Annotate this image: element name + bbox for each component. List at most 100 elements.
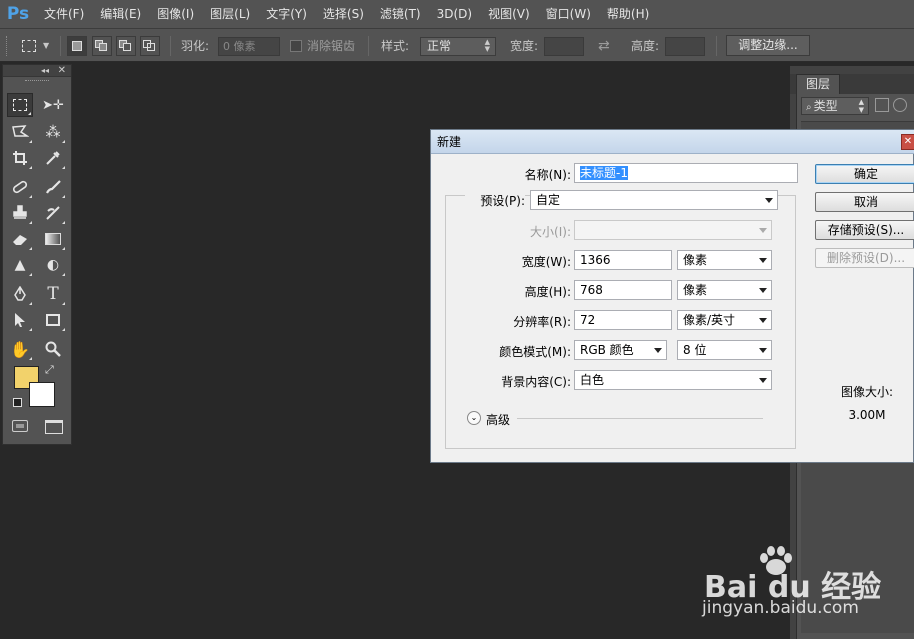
tab-layers[interactable]: 图层 [796, 74, 840, 94]
name-input[interactable]: 未标题-1 [574, 163, 798, 183]
cancel-button[interactable]: 取消 [815, 192, 914, 212]
delete-preset-button: 删除预设(D)... [815, 248, 914, 268]
tools-panel-header: ◂◂ ✕ [3, 65, 71, 77]
crop-icon [13, 151, 27, 165]
options-bar: ▼ 羽化: 0 像素 消除锯齿 样式: 正常 ▲ ▼ 宽度: ⇄ 高度: 调整边缘… [0, 28, 914, 62]
intersect-selection-button[interactable] [140, 36, 160, 56]
brush-icon [46, 180, 61, 194]
menu-edit[interactable]: 编辑(E) [92, 0, 149, 28]
add-selection-button[interactable] [92, 36, 112, 56]
new-document-dialog: 新建 ✕ 名称(N): 未标题-1 预设(P): 自定 大小(I): 宽度(W)… [430, 129, 914, 463]
zoom-tool[interactable] [40, 337, 66, 361]
history-brush-tool[interactable] [40, 201, 66, 225]
lasso-tool[interactable] [7, 120, 33, 144]
height-input[interactable]: 768 [574, 280, 672, 300]
background-contents-select[interactable]: 白色 [574, 370, 772, 390]
color-mode-select[interactable]: RGB 颜色 [574, 340, 667, 360]
grip-handle[interactable] [6, 29, 9, 62]
antialias-label: 消除锯齿 [307, 39, 356, 53]
height-label: 高度(H): [524, 285, 571, 299]
bandage-icon [12, 180, 28, 194]
lasso-icon [12, 125, 29, 137]
move-tool[interactable]: ➤✛ [40, 93, 66, 117]
menu-type[interactable]: 文字(Y) [258, 0, 315, 28]
pixel-filter-icon[interactable] [875, 98, 889, 112]
advanced-expand-button[interactable]: ⌄ [467, 411, 481, 425]
path-select-tool[interactable] [7, 308, 33, 332]
hand-icon: ✋ [10, 339, 30, 359]
resolution-label: 分辨率(R): [513, 315, 571, 329]
gradient-tool[interactable] [40, 227, 66, 251]
swap-colors-icon[interactable]: ⤢ [45, 363, 54, 377]
subtract-selection-button[interactable] [116, 36, 136, 56]
chevron-down-icon [759, 228, 767, 233]
preset-select[interactable]: 自定 [530, 190, 778, 210]
new-selection-icon [72, 41, 82, 51]
style-select[interactable]: 正常 ▲ ▼ [420, 37, 496, 56]
menu-window[interactable]: 窗口(W) [538, 0, 599, 28]
style-value: 正常 [427, 39, 452, 53]
adjustment-filter-icon[interactable] [893, 98, 907, 112]
menu-bar: Ps 文件(F) 编辑(E) 图像(I) 图层(L) 文字(Y) 选择(S) 滤… [0, 0, 914, 28]
menu-filter[interactable]: 滤镜(T) [372, 0, 429, 28]
rect-marquee-tool[interactable] [7, 93, 33, 117]
width-input[interactable] [544, 37, 584, 56]
rectangle-tool[interactable] [40, 308, 66, 332]
swap-dimensions-icon[interactable]: ⇄ [598, 29, 610, 62]
height-input[interactable] [665, 37, 705, 56]
marquee-preset-picker[interactable]: ▼ [22, 29, 49, 62]
menu-select[interactable]: 选择(S) [315, 0, 372, 28]
quick-mask-icon[interactable] [12, 420, 28, 432]
preset-label: 预设(P): [465, 192, 525, 209]
close-icon[interactable]: ✕ [58, 65, 66, 76]
new-selection-button[interactable] [67, 36, 87, 56]
crop-tool[interactable] [7, 146, 33, 170]
menu-image[interactable]: 图像(I) [149, 0, 202, 28]
menu-help[interactable]: 帮助(H) [599, 0, 657, 28]
rect-marquee-icon [22, 39, 36, 52]
subtract-selection-icon [119, 40, 133, 52]
menu-file[interactable]: 文件(F) [36, 0, 92, 28]
add-selection-icon [95, 40, 109, 52]
collapse-icon[interactable]: ◂◂ [41, 66, 49, 75]
eraser-tool[interactable] [7, 227, 33, 251]
name-value: 未标题-1 [580, 166, 628, 180]
advanced-label[interactable]: 高级 [486, 411, 510, 428]
dialog-close-button[interactable]: ✕ [901, 134, 914, 150]
layer-filter-select[interactable]: ⌕ 类型 ▲ ▼ [801, 97, 869, 115]
blur-tool[interactable]: ▲ [7, 253, 33, 277]
brush-tool[interactable] [40, 175, 66, 199]
magic-wand-tool[interactable]: ⁂ [40, 120, 66, 144]
background-color-swatch[interactable] [29, 382, 55, 407]
pen-tool[interactable] [7, 282, 33, 306]
bit-depth-select[interactable]: 8 位 [677, 340, 772, 360]
width-unit-select[interactable]: 像素 [677, 250, 772, 270]
dialog-title-bar[interactable]: 新建 [431, 130, 914, 154]
menu-layer[interactable]: 图层(L) [202, 0, 258, 28]
screen-mode-icon[interactable] [45, 420, 63, 434]
width-input[interactable]: 1366 [574, 250, 672, 270]
menu-view[interactable]: 视图(V) [480, 0, 538, 28]
hand-tool[interactable]: ✋ [7, 337, 33, 361]
antialias-checkbox[interactable]: 消除锯齿 [290, 29, 355, 62]
clone-stamp-tool[interactable] [7, 201, 33, 225]
default-colors-icon[interactable] [13, 398, 22, 407]
refine-edge-button[interactable]: 调整边缘... [726, 35, 810, 56]
healing-brush-tool[interactable] [7, 175, 33, 199]
height-label: 高度: [631, 39, 660, 53]
arrow-pointer-icon [15, 313, 25, 327]
dodge-tool[interactable]: ◐ [40, 253, 66, 277]
menu-3d[interactable]: 3D(D) [429, 0, 480, 28]
magic-wand-icon: ⁂ [45, 123, 61, 141]
type-tool[interactable]: T [40, 282, 66, 306]
feather-input[interactable]: 0 像素 [218, 37, 280, 56]
advanced-divider [517, 418, 763, 419]
tools-grip[interactable] [3, 77, 71, 85]
save-preset-button[interactable]: 存储预设(S)... [815, 220, 914, 240]
resolution-input[interactable]: 72 [574, 310, 672, 330]
resolution-unit-select[interactable]: 像素/英寸 [677, 310, 772, 330]
eyedropper-tool[interactable] [40, 146, 66, 170]
width-label: 宽度: [510, 39, 539, 53]
height-unit-select[interactable]: 像素 [677, 280, 772, 300]
ok-button[interactable]: 确定 [815, 164, 914, 184]
